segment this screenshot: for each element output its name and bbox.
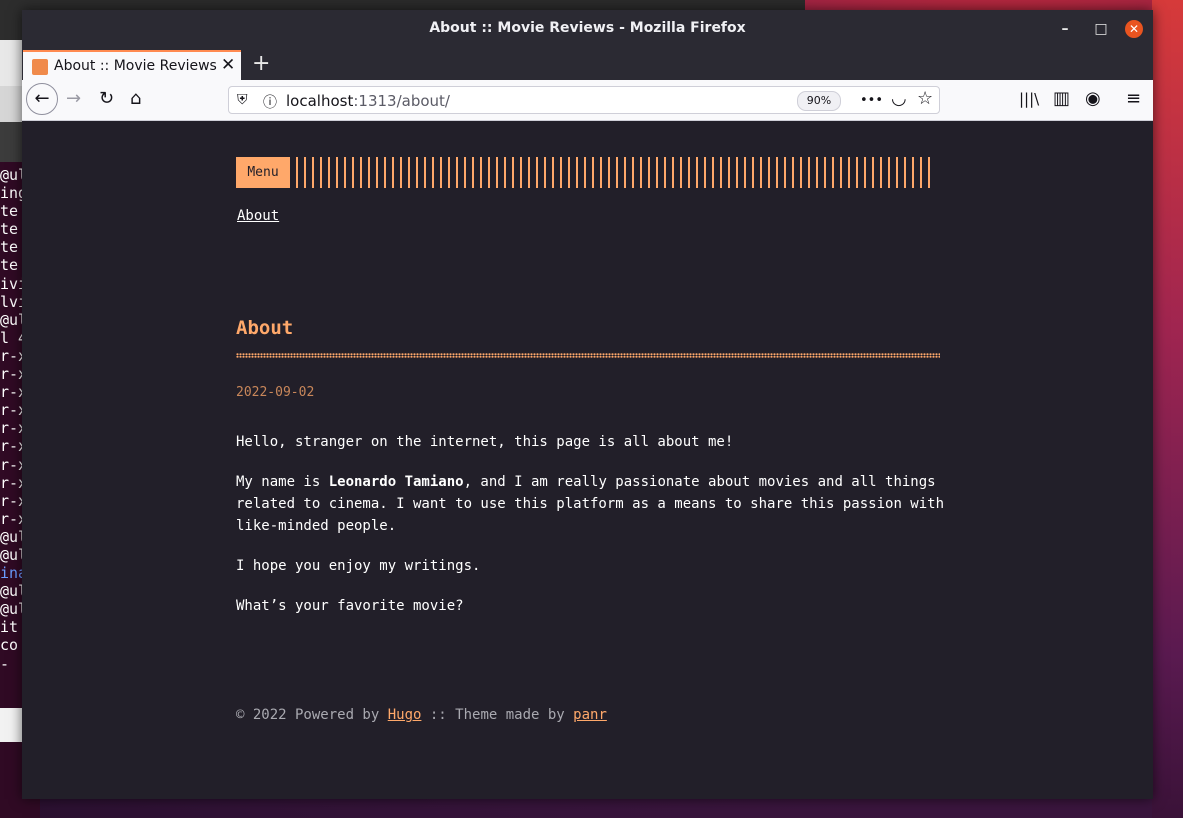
url-path: :1313/about/ — [353, 92, 450, 110]
page-content: Menu About About 2022-09-02 Hello, stran… — [22, 121, 1153, 799]
intro-text-start: My name is — [236, 474, 329, 490]
more-actions-icon[interactable]: ••• — [860, 91, 883, 111]
tab-bar: About :: Movie Reviews ✕ + — [22, 48, 1153, 80]
home-button[interactable]: ⌂ — [130, 89, 141, 109]
paragraph-enjoy: I hope you enjoy my writings. — [236, 558, 481, 574]
desktop-wallpaper — [1152, 0, 1183, 818]
zoom-indicator[interactable]: 90% — [797, 91, 841, 111]
site-favicon-icon — [32, 59, 48, 75]
info-icon[interactable]: ⓘ — [263, 92, 277, 112]
hamburger-menu-icon[interactable]: ≡ — [1126, 89, 1141, 109]
author-name: Leonardo Tamiano — [328, 474, 464, 490]
footer-prefix: © 2022 Powered by — [236, 707, 388, 723]
menu-button[interactable]: Menu — [236, 157, 290, 188]
panr-link[interactable]: panr — [573, 707, 607, 723]
title-divider — [236, 353, 940, 358]
url-host: localhost — [286, 92, 354, 110]
tab-close-icon[interactable]: ✕ — [221, 55, 235, 75]
reload-button[interactable]: ↻ — [99, 89, 114, 109]
sidebar-icon[interactable]: ▥ — [1053, 89, 1070, 109]
navigation-toolbar: ← → ↻ ⌂ ⛨ ⓘ localhost:1313/about/ 90% ••… — [22, 80, 1153, 121]
post-date: 2022-09-02 — [236, 385, 315, 400]
page-footer: © 2022 Powered by Hugo :: Theme made by … — [236, 707, 607, 723]
paragraph-intro: My name is Leonardo Tamiano, and I am re… — [236, 471, 946, 537]
url-text[interactable]: localhost:1313/about/ — [286, 92, 450, 110]
paragraph-question: What’s your favorite movie? — [236, 598, 464, 614]
url-bar[interactable]: ⛨ ⓘ localhost:1313/about/ 90% — [228, 86, 940, 114]
hugo-link[interactable]: Hugo — [388, 707, 422, 723]
tab-about[interactable]: About :: Movie Reviews ✕ — [23, 50, 241, 80]
nav-link-about[interactable]: About — [237, 208, 279, 224]
pocket-icon[interactable]: ◡ — [891, 89, 907, 109]
shield-icon[interactable]: ⛨ — [237, 92, 248, 108]
maximize-button[interactable]: □ — [1092, 20, 1110, 38]
firefox-window: About :: Movie Reviews - Mozilla Firefox… — [22, 10, 1153, 799]
window-title: About :: Movie Reviews - Mozilla Firefox — [429, 20, 746, 36]
new-tab-button[interactable]: + — [252, 51, 270, 76]
menu-decoration — [296, 157, 936, 188]
forward-button[interactable]: → — [66, 89, 81, 109]
post-title: About — [236, 317, 294, 339]
window-titlebar: About :: Movie Reviews - Mozilla Firefox… — [22, 10, 1153, 48]
back-button[interactable]: ← — [26, 83, 58, 115]
library-icon[interactable]: |||\ — [1019, 89, 1039, 109]
account-icon[interactable]: ◉ — [1085, 89, 1101, 109]
tab-title: About :: Movie Reviews — [54, 58, 217, 74]
close-window-button[interactable]: ✕ — [1125, 20, 1143, 38]
footer-middle: :: Theme made by — [421, 707, 574, 723]
minimize-button[interactable]: – — [1056, 20, 1074, 38]
paragraph-greeting: Hello, stranger on the internet, this pa… — [236, 434, 734, 450]
bookmark-star-icon[interactable]: ☆ — [917, 89, 933, 109]
